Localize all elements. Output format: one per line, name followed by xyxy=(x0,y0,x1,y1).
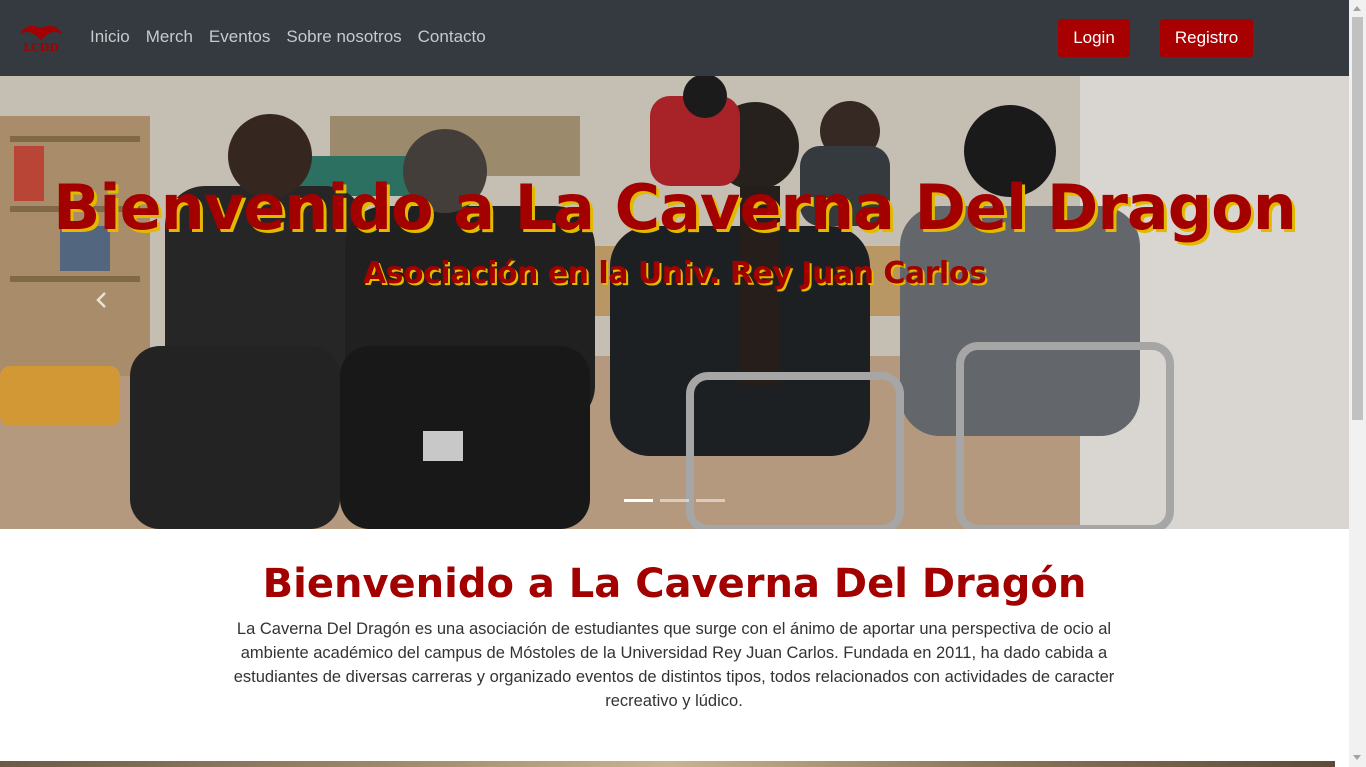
carousel-indicator-1[interactable] xyxy=(624,499,653,502)
hero-title: Bienvenido a La Caverna Del Dragon xyxy=(53,171,1297,244)
hero-carousel: Bienvenido a La Caverna Del Dragon Asoci… xyxy=(0,76,1349,529)
register-button[interactable]: Registro xyxy=(1160,19,1253,57)
intro-paragraph: La Caverna Del Dragón es una asociación … xyxy=(233,620,1115,710)
dragon-logo-icon[interactable]: LCDD xyxy=(14,20,68,56)
nav-links: Inicio Merch Eventos Sobre nosotros Cont… xyxy=(90,26,502,48)
svg-text:LCDD: LCDD xyxy=(23,41,59,54)
nav-link-inicio[interactable]: Inicio xyxy=(90,26,130,48)
scroll-up-icon[interactable] xyxy=(1353,6,1361,11)
scroll-thumb[interactable] xyxy=(1352,17,1363,420)
chevron-left-icon[interactable] xyxy=(92,290,112,310)
nav-link-sobre-nosotros[interactable]: Sobre nosotros xyxy=(286,26,401,48)
scroll-down-icon[interactable] xyxy=(1353,755,1361,760)
nav-link-contacto[interactable]: Contacto xyxy=(418,26,486,48)
vertical-scrollbar[interactable] xyxy=(1349,0,1366,767)
hero-photo xyxy=(0,76,1349,529)
next-section-image xyxy=(0,761,1335,767)
page-title: Bienvenido a La Caverna Del Dragón xyxy=(262,561,1087,607)
nav-link-eventos[interactable]: Eventos xyxy=(209,26,270,48)
nav-link-merch[interactable]: Merch xyxy=(146,26,193,48)
carousel-indicator-2[interactable] xyxy=(660,499,689,502)
carousel-indicator-3[interactable] xyxy=(696,499,725,502)
login-button[interactable]: Login xyxy=(1058,19,1130,57)
top-navbar: LCDD Inicio Merch Eventos Sobre nosotros… xyxy=(0,0,1349,76)
carousel-indicators xyxy=(624,499,725,502)
hero-subtitle: Asociación en la Univ. Rey Juan Carlos xyxy=(362,256,987,291)
